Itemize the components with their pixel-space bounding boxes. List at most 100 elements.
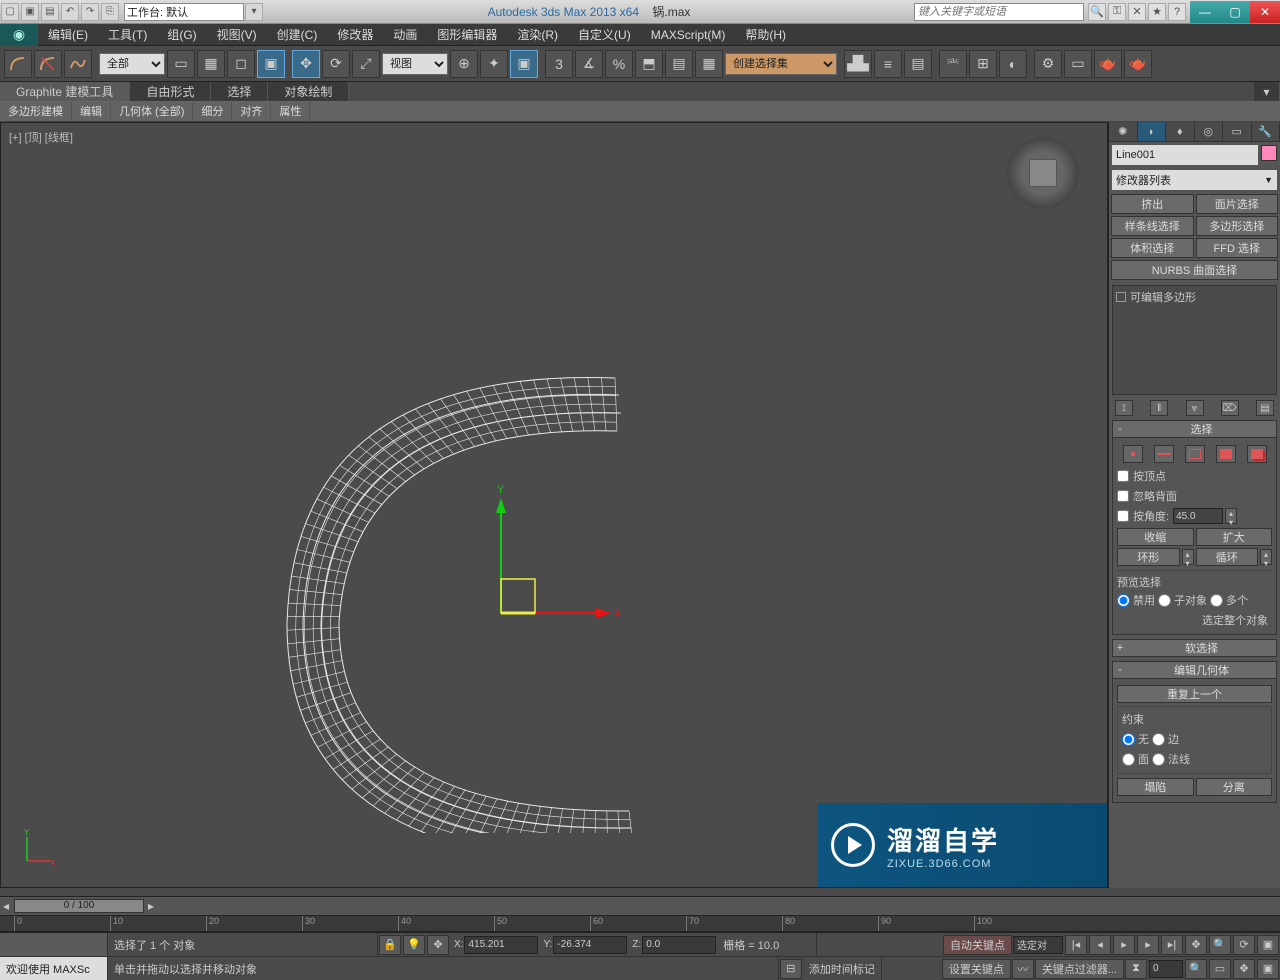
time-config-icon[interactable]: ⧗ <box>1125 959 1147 979</box>
current-frame-field[interactable]: 0 <box>1149 960 1183 978</box>
selected-set-field[interactable]: 选定对 <box>1013 936 1063 954</box>
menu-item-7[interactable]: 图形编辑器 <box>427 28 507 42</box>
motion-tab-icon[interactable]: ◎ <box>1195 122 1224 141</box>
by-vertex-checkbox[interactable] <box>1117 470 1129 482</box>
preset-ffdsel[interactable]: FFD 选择 <box>1196 238 1279 258</box>
exchange-icon[interactable]: ✕ <box>1128 3 1146 21</box>
ribbon-panel-edit[interactable]: 编辑 <box>72 102 111 121</box>
ribbon-tab-graphite[interactable]: Graphite 建模工具 <box>0 82 130 101</box>
menu-item-9[interactable]: 自定义(U) <box>568 28 641 42</box>
workspace-dropdown[interactable]: 工作台: 默认 <box>124 3 244 21</box>
make-unique-icon[interactable]: ⩔ <box>1186 400 1204 416</box>
by-angle-checkbox[interactable] <box>1117 510 1129 522</box>
selection-filter-dropdown[interactable]: 全部 <box>99 53 165 75</box>
show-end-icon[interactable]: ǁ <box>1150 400 1168 416</box>
preset-extrude[interactable]: 挤出 <box>1111 194 1194 214</box>
qat-new-icon[interactable]: ▢ <box>1 3 19 21</box>
nav-fov-icon[interactable]: ▭ <box>1209 959 1231 979</box>
close-button[interactable]: ✕ <box>1250 1 1280 23</box>
configure-icon[interactable]: ▤ <box>1256 400 1274 416</box>
maximize-button[interactable]: ▢ <box>1220 1 1250 23</box>
rotate-tool-icon[interactable]: ⟳ <box>322 50 350 78</box>
constraint-normal-radio[interactable] <box>1152 753 1165 766</box>
menu-item-5[interactable]: 修改器 <box>327 28 383 42</box>
abs-rel-icon[interactable]: ✥ <box>427 935 449 955</box>
display-tab-icon[interactable]: ▭ <box>1223 122 1252 141</box>
layer-icon[interactable]: ▤ <box>904 50 932 78</box>
loop-spinner[interactable]: ▴▾ <box>1260 549 1272 565</box>
timeline-prev-icon[interactable]: ◂ <box>0 899 12 913</box>
menu-item-10[interactable]: MAXScript(M) <box>641 28 736 42</box>
nav-orbit-icon[interactable]: ⟳ <box>1233 935 1255 955</box>
preview-multi-radio[interactable] <box>1210 594 1223 607</box>
ring-spinner[interactable]: ▴▾ <box>1182 549 1194 565</box>
menu-item-2[interactable]: 组(G) <box>157 28 206 42</box>
shrink-button[interactable]: 收缩 <box>1117 528 1194 546</box>
constraint-edge-radio[interactable] <box>1152 733 1165 746</box>
grow-button[interactable]: 扩大 <box>1196 528 1273 546</box>
preset-patchsel[interactable]: 面片选择 <box>1196 194 1279 214</box>
ribbon-tab-paint[interactable]: 对象绘制 <box>268 82 349 101</box>
nav-zoom-icon[interactable]: 🔍 <box>1209 935 1231 955</box>
preset-volsel[interactable]: 体积选择 <box>1111 238 1194 258</box>
ribbon-tab-freeform[interactable]: 自由形式 <box>130 82 211 101</box>
transform-gizmo[interactable]: x Y <box>481 483 641 653</box>
time-tag-icon[interactable]: ⊟ <box>780 959 802 979</box>
material-editor-icon[interactable]: ◐ <box>999 50 1027 78</box>
favorite-icon[interactable]: ★ <box>1148 3 1166 21</box>
subobj-vertex-icon[interactable] <box>1123 445 1143 463</box>
named-sel-icon[interactable]: ▦ <box>695 50 723 78</box>
schematic-icon[interactable]: ⊞ <box>969 50 997 78</box>
modifier-stack[interactable]: 可编辑多边形 <box>1112 285 1277 395</box>
render-icon[interactable]: 🫖 <box>1094 50 1122 78</box>
select-object-icon[interactable]: ▭ <box>167 50 195 78</box>
timeline-next-icon[interactable]: ▸ <box>148 899 154 913</box>
stack-item-editable-poly[interactable]: 可编辑多边形 <box>1116 289 1273 305</box>
ignore-backface-checkbox[interactable] <box>1117 490 1129 502</box>
align-icon[interactable]: ≡ <box>874 50 902 78</box>
goto-end-icon[interactable]: ▸| <box>1161 935 1183 955</box>
ring-button[interactable]: 环形 <box>1117 548 1180 566</box>
nav-zoom2-icon[interactable]: 🔍 <box>1185 959 1207 979</box>
set-key-button[interactable]: 设置关键点 <box>942 959 1011 979</box>
next-frame-icon[interactable]: ▸ <box>1137 935 1159 955</box>
preset-polysel[interactable]: 多边形选择 <box>1196 216 1279 236</box>
ribbon-panel-geom[interactable]: 几何体 (全部) <box>111 102 193 121</box>
prev-frame-icon[interactable]: ◂ <box>1089 935 1111 955</box>
move-tool-icon[interactable]: ✥ <box>292 50 320 78</box>
constraint-face-radio[interactable] <box>1122 753 1135 766</box>
modify-tab-icon[interactable]: ◗ <box>1138 122 1167 141</box>
create-tab-icon[interactable]: ✺ <box>1109 122 1138 141</box>
menu-item-4[interactable]: 创建(C) <box>267 28 328 42</box>
menu-item-6[interactable]: 动画 <box>383 28 427 42</box>
render-setup-icon[interactable]: ⚙ <box>1034 50 1062 78</box>
x-coord-field[interactable]: 415.201 <box>464 936 538 954</box>
repeat-last-button[interactable]: 重复上一个 <box>1117 685 1272 703</box>
refcoord-dropdown[interactable]: 视图 <box>382 53 448 75</box>
loop-button[interactable]: 循环 <box>1196 548 1259 566</box>
z-coord-field[interactable]: 0.0 <box>642 936 716 954</box>
time-ruler[interactable]: 0102030405060708090100 <box>0 916 1280 932</box>
time-slider[interactable]: 0 / 100 <box>14 899 144 913</box>
preview-subobj-radio[interactable] <box>1158 594 1171 607</box>
viewport[interactable]: [+] [顶] [线框] // generate cross hatches (… <box>0 122 1108 888</box>
isolate-icon[interactable]: 💡 <box>403 935 425 955</box>
qat-redo-icon[interactable]: ↷ <box>81 3 99 21</box>
detach-button[interactable]: 分离 <box>1196 778 1273 796</box>
subobj-polygon-icon[interactable] <box>1216 445 1236 463</box>
named-selection-dropdown[interactable]: 创建选择集 <box>725 53 837 75</box>
y-coord-field[interactable]: -26.374 <box>553 936 627 954</box>
object-name-field[interactable]: Line001 <box>1112 145 1258 165</box>
spinner-snap-icon[interactable]: ⬒ <box>635 50 663 78</box>
app-menu-button[interactable]: ◉ <box>0 24 38 46</box>
qat-save-icon[interactable]: ▤ <box>41 3 59 21</box>
menu-item-8[interactable]: 渲染(R) <box>507 28 568 42</box>
pivot-icon[interactable]: ⊕ <box>450 50 478 78</box>
rollout-soft-header[interactable]: +软选择 <box>1112 639 1277 657</box>
key-tangent-icon[interactable]: 〰 <box>1012 959 1034 979</box>
modifier-list-dropdown[interactable]: 修改器列表 <box>1112 170 1277 190</box>
subobj-element-icon[interactable] <box>1247 445 1267 463</box>
mirror-icon[interactable]: ▟▙ <box>844 50 872 78</box>
subobj-edge-icon[interactable] <box>1154 445 1174 463</box>
ribbon-panel-props[interactable]: 属性 <box>271 102 310 121</box>
